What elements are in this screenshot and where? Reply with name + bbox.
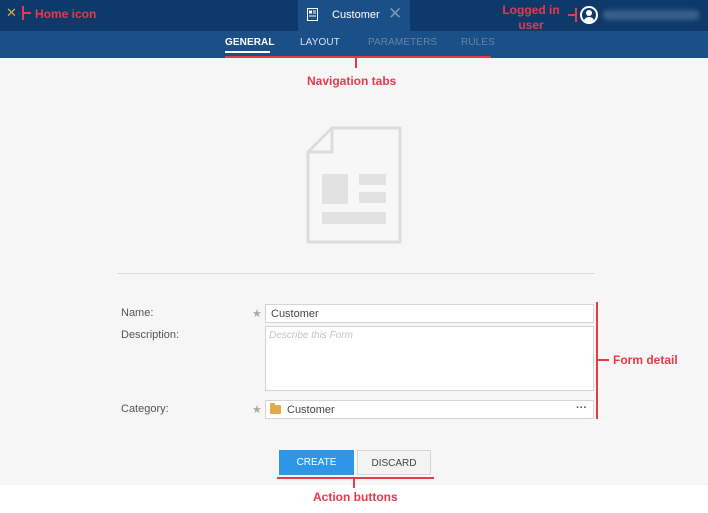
category-value: Customer: [287, 404, 335, 416]
document-tab-title: Customer: [332, 9, 380, 21]
tab-general[interactable]: GENERAL: [225, 37, 275, 48]
tab-parameters: PARAMETERS: [368, 37, 438, 48]
tab-layout[interactable]: LAYOUT: [300, 37, 340, 48]
content-area: [0, 58, 708, 485]
form-placeholder-icon: [306, 126, 402, 244]
annotation-logged-in-user: Logged in user: [502, 3, 560, 32]
user-name-redacted[interactable]: [603, 10, 699, 20]
navigation-tabs: GENERAL LAYOUT PARAMETERS RULES: [0, 31, 708, 58]
folder-icon: [270, 403, 281, 414]
document-tab[interactable]: Customer ✕: [298, 0, 410, 31]
annotation-home-icon: Home icon: [35, 7, 97, 21]
user-bracket: [575, 8, 577, 22]
home-icon[interactable]: ✕: [6, 6, 19, 19]
home-icon-pointer: [23, 12, 31, 14]
required-star-icon: ★: [252, 404, 262, 416]
category-label: Category:: [121, 403, 169, 415]
tab-rules: RULES: [461, 37, 495, 48]
form-document-icon: [307, 8, 318, 21]
annotation-navigation-tabs: Navigation tabs: [307, 74, 397, 88]
description-label: Description:: [121, 329, 180, 341]
action-buttons-pointer: [353, 478, 355, 488]
create-button[interactable]: CREATE: [279, 450, 354, 475]
action-buttons-bracket: [277, 477, 434, 479]
form-detail-pointer: [597, 359, 609, 361]
navigation-tabs-bracket: [225, 56, 491, 58]
user-avatar-icon[interactable]: [580, 6, 598, 24]
annotation-action-buttons: Action buttons: [313, 490, 398, 504]
avatar-head: [586, 10, 592, 16]
more-options-icon[interactable]: ···: [576, 402, 587, 414]
description-input[interactable]: [265, 326, 594, 391]
active-tab-underline: [225, 51, 270, 53]
navigation-tabs-pointer: [355, 57, 357, 68]
annotation-form-detail: Form detail: [613, 353, 678, 367]
avatar-body: [584, 17, 594, 22]
close-icon[interactable]: ✕: [388, 5, 402, 22]
required-star-icon: ★: [252, 308, 262, 320]
divider: [117, 273, 595, 274]
category-select[interactable]: Customer ···: [265, 400, 594, 419]
discard-button[interactable]: DISCARD: [357, 450, 431, 475]
top-bar: ✕ Customer ✕: [0, 0, 708, 31]
name-input[interactable]: Customer: [265, 304, 594, 323]
name-label: Name:: [121, 307, 154, 319]
